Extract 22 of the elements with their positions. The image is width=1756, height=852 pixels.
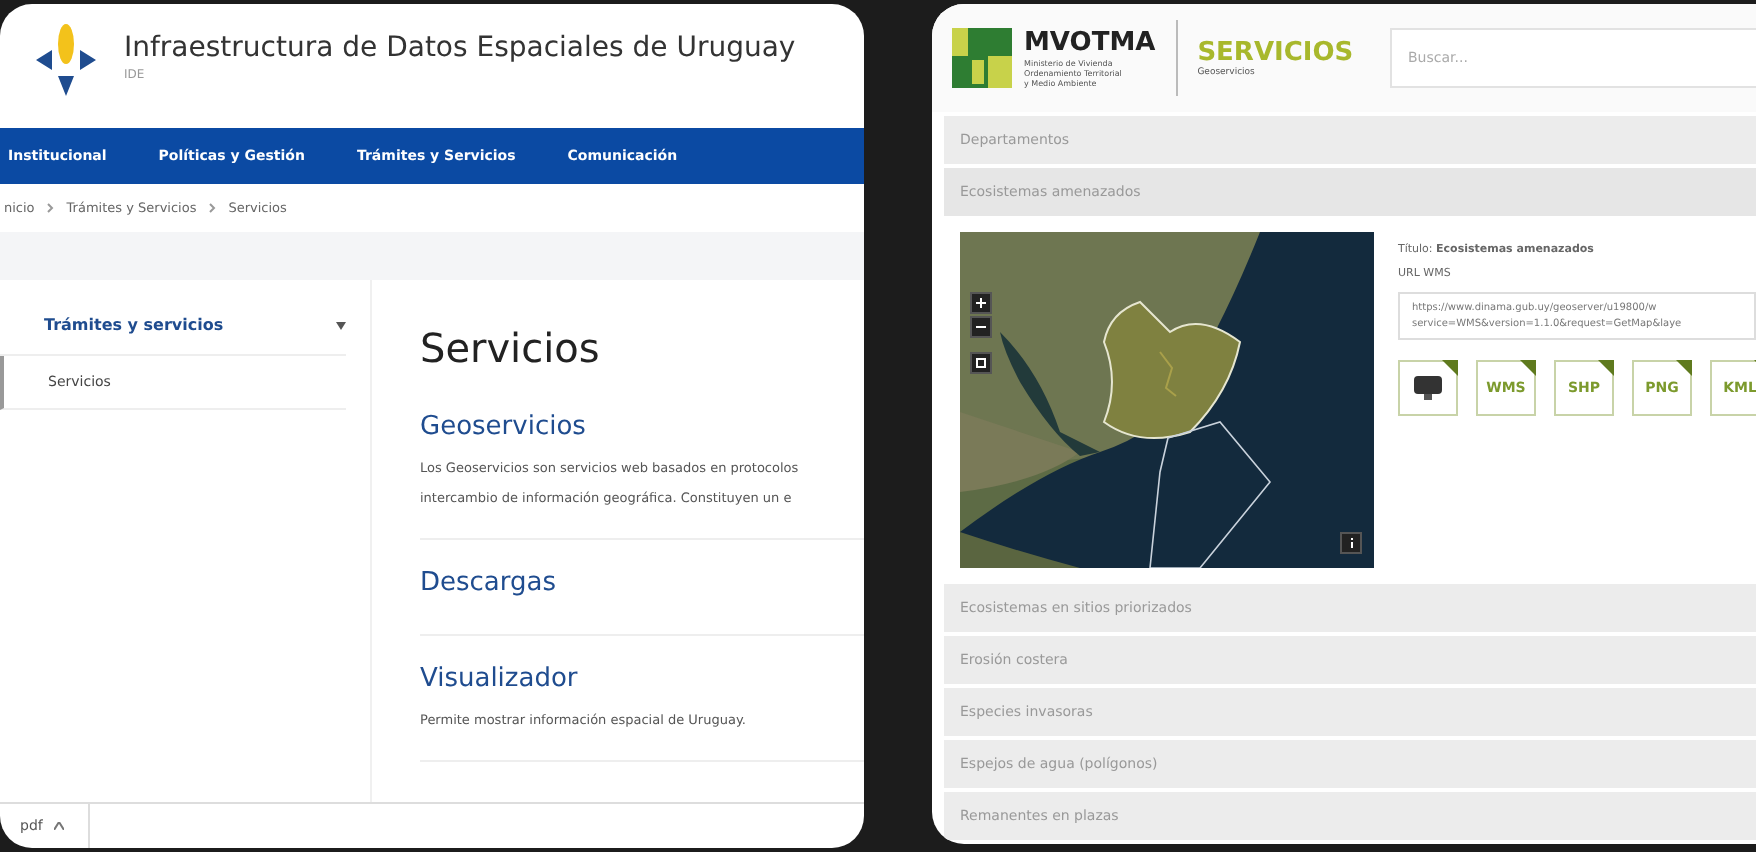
chevron-icon bbox=[46, 202, 55, 214]
zoom-out-button[interactable] bbox=[970, 316, 992, 338]
monitor-icon bbox=[1412, 374, 1444, 402]
page-heading: Servicios bbox=[420, 324, 602, 372]
logo-icon bbox=[952, 28, 1012, 88]
section-link[interactable]: Visualizador bbox=[420, 664, 864, 694]
section-link[interactable]: Geoservicios bbox=[420, 412, 864, 442]
view-map-button[interactable] bbox=[1398, 360, 1458, 416]
sidebar-title: Trámites y servicios bbox=[44, 316, 224, 334]
zoom-in-button[interactable] bbox=[970, 292, 992, 314]
chevron-icon bbox=[208, 202, 217, 214]
info-button[interactable] bbox=[1340, 532, 1362, 554]
brand-name: MVOTMA bbox=[1024, 29, 1156, 57]
layers-button[interactable] bbox=[970, 352, 992, 374]
layers-icon bbox=[976, 358, 986, 368]
caret-icon bbox=[54, 822, 65, 830]
minus-icon bbox=[976, 322, 986, 332]
section-link[interactable]: Descargas bbox=[420, 568, 864, 598]
caret-icon[interactable] bbox=[336, 321, 346, 329]
plus-icon bbox=[976, 298, 986, 308]
site-title: Infraestructura de Datos Espaciales de Uruguay bbox=[124, 32, 796, 64]
section-name: SERVICIOS bbox=[1197, 39, 1354, 67]
